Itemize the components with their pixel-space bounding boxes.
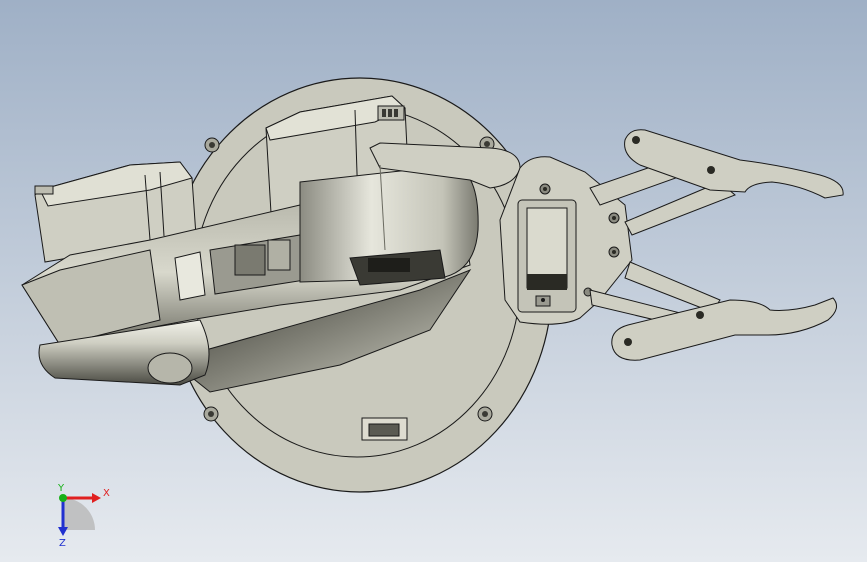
x-axis-label: X	[103, 488, 110, 499]
base-slot	[361, 417, 408, 441]
bracket-screw	[539, 183, 551, 195]
z-axis-label: Z	[59, 538, 66, 549]
mounting-hole	[203, 406, 219, 422]
bracket-screw	[608, 212, 620, 224]
bracket-screw	[608, 246, 620, 258]
y-axis-label: Y	[57, 483, 65, 494]
y-axis-dot	[59, 494, 67, 502]
mounting-hole	[204, 137, 220, 153]
mounting-hole	[477, 406, 493, 422]
cad-graphics-viewport[interactable]: X Y Z	[0, 0, 867, 562]
wrist-servo[interactable]	[517, 199, 577, 313]
model-view[interactable]: X Y Z	[0, 0, 867, 562]
